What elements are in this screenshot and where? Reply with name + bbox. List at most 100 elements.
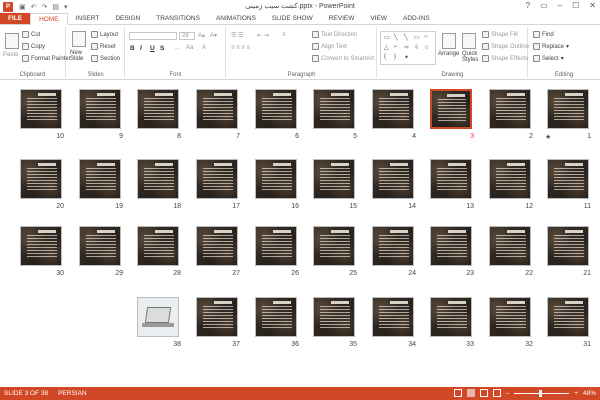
indent-buttons[interactable]: ⇤ ⇥: [257, 32, 269, 39]
slide-thumbnail[interactable]: [196, 89, 238, 129]
alignment-buttons[interactable]: ≡ ≡ ≡ ≡: [231, 45, 250, 51]
shape-line-icon[interactable]: ╲: [394, 34, 398, 41]
arrange-button[interactable]: Arrange: [438, 51, 459, 57]
slide-thumbnail[interactable]: [20, 226, 62, 266]
tab-view[interactable]: VIEW: [362, 13, 395, 24]
maximize-button[interactable]: ☐: [572, 1, 579, 10]
zoom-slider-knob[interactable]: [539, 389, 543, 397]
tab-slide-show[interactable]: SLIDE SHOW: [264, 13, 321, 24]
shape-star2-icon[interactable]: ✦: [404, 54, 409, 61]
slide-thumbnail[interactable]: [137, 297, 179, 337]
italic-button[interactable]: I: [140, 45, 142, 52]
align-text-button[interactable]: Align Text: [312, 43, 347, 50]
ribbon-display-options-button[interactable]: ▭: [540, 1, 548, 10]
format-painter-button[interactable]: Format Painter: [22, 55, 71, 62]
slide-thumbnail[interactable]: [137, 89, 179, 129]
slide-thumbnail[interactable]: [372, 89, 414, 129]
slide-thumbnail[interactable]: [547, 226, 589, 266]
minimize-button[interactable]: –: [558, 1, 562, 10]
zoom-slider[interactable]: [514, 389, 570, 397]
slide-thumbnail[interactable]: [196, 297, 238, 337]
slide-thumbnail[interactable]: [20, 159, 62, 199]
shape-arrow-right-icon[interactable]: ⇨: [404, 44, 409, 51]
shape-rect-icon[interactable]: ▭: [414, 34, 420, 41]
slide-thumbnail[interactable]: [79, 226, 121, 266]
slide-thumbnail[interactable]: [430, 226, 472, 266]
slide-thumbnail[interactable]: [547, 159, 589, 199]
slide-thumbnail[interactable]: [313, 297, 355, 337]
slide-thumbnail[interactable]: [489, 159, 531, 199]
reset-button[interactable]: Reset: [91, 43, 116, 50]
select-button[interactable]: Select ▾: [533, 55, 564, 62]
shape-bracket-icon[interactable]: ⌐: [394, 44, 398, 50]
slide-thumbnail[interactable]: [79, 159, 121, 199]
shape-brace2-icon[interactable]: }: [394, 54, 396, 60]
bold-button[interactable]: B: [130, 45, 135, 52]
shape-star-icon[interactable]: ☆: [424, 44, 429, 51]
underline-button[interactable]: U: [150, 45, 155, 52]
change-case-button[interactable]: Aa: [186, 45, 193, 51]
tab-add-ins[interactable]: ADD-INS: [395, 13, 438, 24]
slide-thumbnail[interactable]: [137, 159, 179, 199]
slide-thumbnail[interactable]: [255, 297, 297, 337]
tab-animations[interactable]: ANIMATIONS: [208, 13, 264, 24]
quick-styles-button[interactable]: Quick Styles: [462, 51, 480, 63]
paste-button[interactable]: Paste: [3, 52, 18, 58]
cut-button[interactable]: Cut: [22, 31, 40, 38]
zoom-in-button[interactable]: +: [574, 390, 578, 397]
reading-view-icon[interactable]: [479, 389, 488, 397]
slide-thumbnail[interactable]: [372, 159, 414, 199]
shape-effects-button[interactable]: Shape Effects: [482, 55, 528, 62]
convert-smartart-button[interactable]: Convert to SmartArt: [312, 55, 374, 62]
slide-thumbnail[interactable]: [430, 89, 472, 129]
normal-view-icon[interactable]: [453, 389, 462, 397]
shape-oval-icon[interactable]: ○: [424, 34, 428, 40]
shape-line2-icon[interactable]: ╲: [404, 34, 408, 41]
find-button[interactable]: Find: [533, 31, 554, 38]
new-slide-button[interactable]: New Slide: [70, 50, 92, 62]
slide-thumbnail[interactable]: [489, 297, 531, 337]
slide-thumbnail[interactable]: [489, 226, 531, 266]
slide-thumbnail[interactable]: [79, 89, 121, 129]
slide-thumbnail[interactable]: [255, 159, 297, 199]
tab-file[interactable]: FILE: [0, 13, 31, 24]
slide-thumbnail[interactable]: [313, 159, 355, 199]
font-name-box[interactable]: [129, 32, 177, 40]
slide-thumbnail[interactable]: [372, 297, 414, 337]
grow-font-button[interactable]: A▴: [198, 32, 205, 39]
slide-show-view-icon[interactable]: [492, 389, 501, 397]
slide-counter[interactable]: SLIDE 3 OF 38: [4, 390, 48, 397]
section-button[interactable]: Section: [91, 55, 120, 62]
slide-thumbnail[interactable]: [430, 159, 472, 199]
bullets-button[interactable]: ☰ ☰: [231, 32, 243, 39]
slide-thumbnail[interactable]: [489, 89, 531, 129]
slide-thumbnail[interactable]: [20, 89, 62, 129]
shape-brace-icon[interactable]: {: [384, 54, 386, 60]
copy-button[interactable]: Copy: [22, 43, 45, 50]
tab-insert[interactable]: INSERT: [68, 13, 108, 24]
zoom-out-button[interactable]: –: [506, 390, 510, 397]
slide-thumbnail[interactable]: [372, 226, 414, 266]
shape-fill-button[interactable]: Shape Fill: [482, 31, 518, 38]
language-indicator[interactable]: PERSIAN: [58, 390, 87, 397]
text-direction-button[interactable]: Text Direction: [312, 31, 357, 38]
tab-design[interactable]: DESIGN: [107, 13, 148, 24]
slide-thumbnail[interactable]: [255, 226, 297, 266]
help-button[interactable]: ?: [526, 1, 530, 10]
shape-outline-button[interactable]: Shape Outline: [482, 43, 529, 50]
slide-thumbnail[interactable]: [313, 226, 355, 266]
slide-thumbnail[interactable]: [137, 226, 179, 266]
slide-thumbnail[interactable]: [255, 89, 297, 129]
tab-home[interactable]: HOME: [30, 13, 68, 25]
char-spacing-button[interactable]: ↔: [174, 45, 180, 51]
tab-review[interactable]: REVIEW: [321, 13, 363, 24]
slide-thumbnail[interactable]: [196, 226, 238, 266]
shape-triangle-icon[interactable]: △: [384, 44, 389, 51]
shapes-gallery[interactable]: ▭ ╲ ╲ ▭ ○ △ ⌐ ⇨ ⇩ ☆ { } ✦: [380, 31, 436, 65]
font-color-button[interactable]: A: [202, 45, 206, 51]
strikethrough-button[interactable]: S: [160, 45, 164, 52]
slide-sorter-view-icon[interactable]: [466, 389, 475, 397]
slide-thumbnail[interactable]: [196, 159, 238, 199]
shrink-font-button[interactable]: A▾: [210, 32, 217, 39]
shape-textbox-icon[interactable]: ▭: [384, 34, 390, 41]
